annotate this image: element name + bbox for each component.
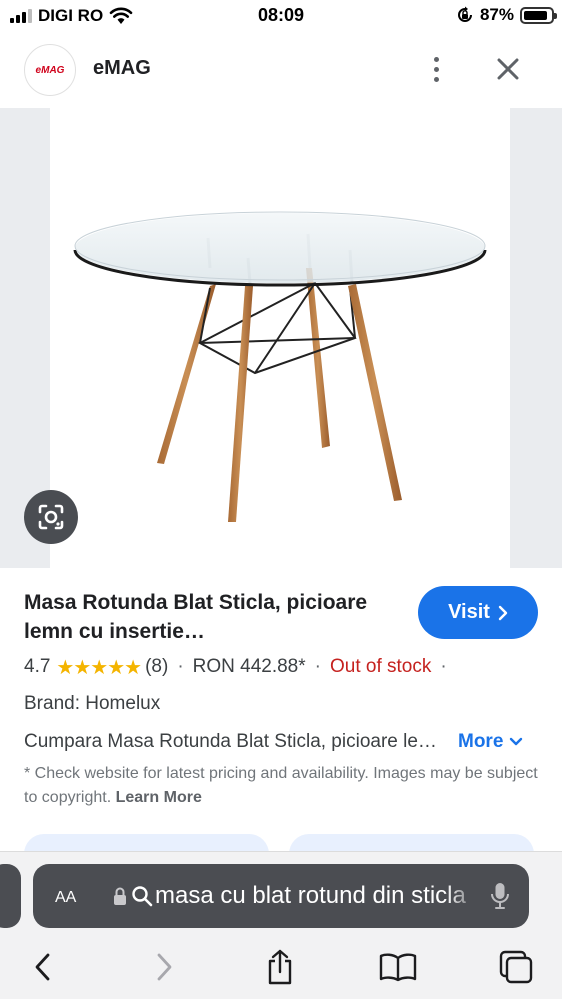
battery-icon <box>520 6 557 24</box>
forward-button[interactable] <box>144 947 184 987</box>
orientation-lock-icon <box>458 6 472 22</box>
price: RON 442.88* <box>192 656 306 677</box>
back-icon <box>35 953 50 981</box>
site-header: eMAG eMAG <box>0 40 562 100</box>
address-bar[interactable]: AA masa cu blat rotund din sticla <box>33 864 529 928</box>
visit-button[interactable]: Visit <box>418 586 538 639</box>
more-label: More <box>458 731 504 752</box>
site-logo-text: eMAG <box>35 64 65 76</box>
product-image[interactable] <box>50 108 510 568</box>
status-right: 87% <box>456 5 557 25</box>
site-name[interactable]: eMAG <box>93 57 151 80</box>
description-text: Cumpara Masa Rotunda Blat Sticla, picioa… <box>24 731 448 752</box>
share-icon <box>268 949 292 985</box>
browser-chrome: AA masa cu blat rotund din sticla <box>0 851 562 999</box>
rating-value: 4.7 <box>24 656 51 677</box>
wifi-icon <box>109 7 133 24</box>
table-illustration <box>73 211 487 522</box>
learn-more-link[interactable]: Learn More <box>116 789 202 806</box>
aa-label: AA <box>55 889 77 906</box>
google-lens-button[interactable] <box>24 490 78 544</box>
review-count: (8) <box>145 656 169 677</box>
search-icon <box>132 886 153 907</box>
product-meta-row: 4.7 ★★★★★ (8) · RON 442.88* · Out of sto… <box>24 654 456 680</box>
separator-dot: · <box>440 656 447 677</box>
chevron-down-icon <box>510 737 523 746</box>
stock-status: Out of stock <box>329 656 432 677</box>
product-image-area[interactable] <box>0 108 562 568</box>
description-row: Cumpara Masa Rotunda Blat Sticla, picioa… <box>24 728 538 756</box>
chevron-right-icon <box>498 605 508 620</box>
close-icon[interactable] <box>492 53 524 85</box>
reader-aa-button[interactable]: AA <box>55 884 113 908</box>
brand-text: Brand: Homelux <box>24 693 161 714</box>
separator-dot: · <box>314 656 321 677</box>
battery-percent: 87% <box>479 5 514 24</box>
lock-icon <box>114 887 126 905</box>
status-left: DIGI RO <box>10 6 133 26</box>
battery-level <box>524 10 547 20</box>
more-button[interactable]: More <box>458 731 523 753</box>
bookmarks-button[interactable] <box>378 947 418 987</box>
site-logo[interactable]: eMAG <box>24 44 76 96</box>
disclaimer: * Check website for latest pricing and a… <box>24 762 538 810</box>
share-button[interactable] <box>260 947 300 987</box>
signal-icon <box>10 9 32 23</box>
carrier-name: DIGI RO <box>38 6 104 25</box>
product-title[interactable]: Masa Rotunda Blat Sticla, picioare lemn … <box>24 588 404 646</box>
url-text[interactable]: masa cu blat rotund din sticla <box>155 882 479 910</box>
separator-dot: · <box>177 656 184 677</box>
tabs-button[interactable] <box>496 947 536 987</box>
back-button[interactable] <box>23 947 63 987</box>
status-bar: DIGI RO 08:09 87% <box>0 0 562 34</box>
more-vertical-icon[interactable] <box>423 52 449 86</box>
previous-tab-peek[interactable] <box>0 864 21 928</box>
rating-stars: ★★★★★ <box>56 656 142 679</box>
browser-toolbar <box>0 947 562 987</box>
bookmarks-icon <box>379 953 417 982</box>
forward-icon <box>157 953 172 981</box>
microphone-icon[interactable] <box>489 881 511 911</box>
disclaimer-text: * Check website for latest pricing and a… <box>24 765 538 806</box>
google-lens-icon <box>38 504 64 530</box>
visit-label: Visit <box>448 601 490 623</box>
tabs-icon <box>499 950 533 984</box>
